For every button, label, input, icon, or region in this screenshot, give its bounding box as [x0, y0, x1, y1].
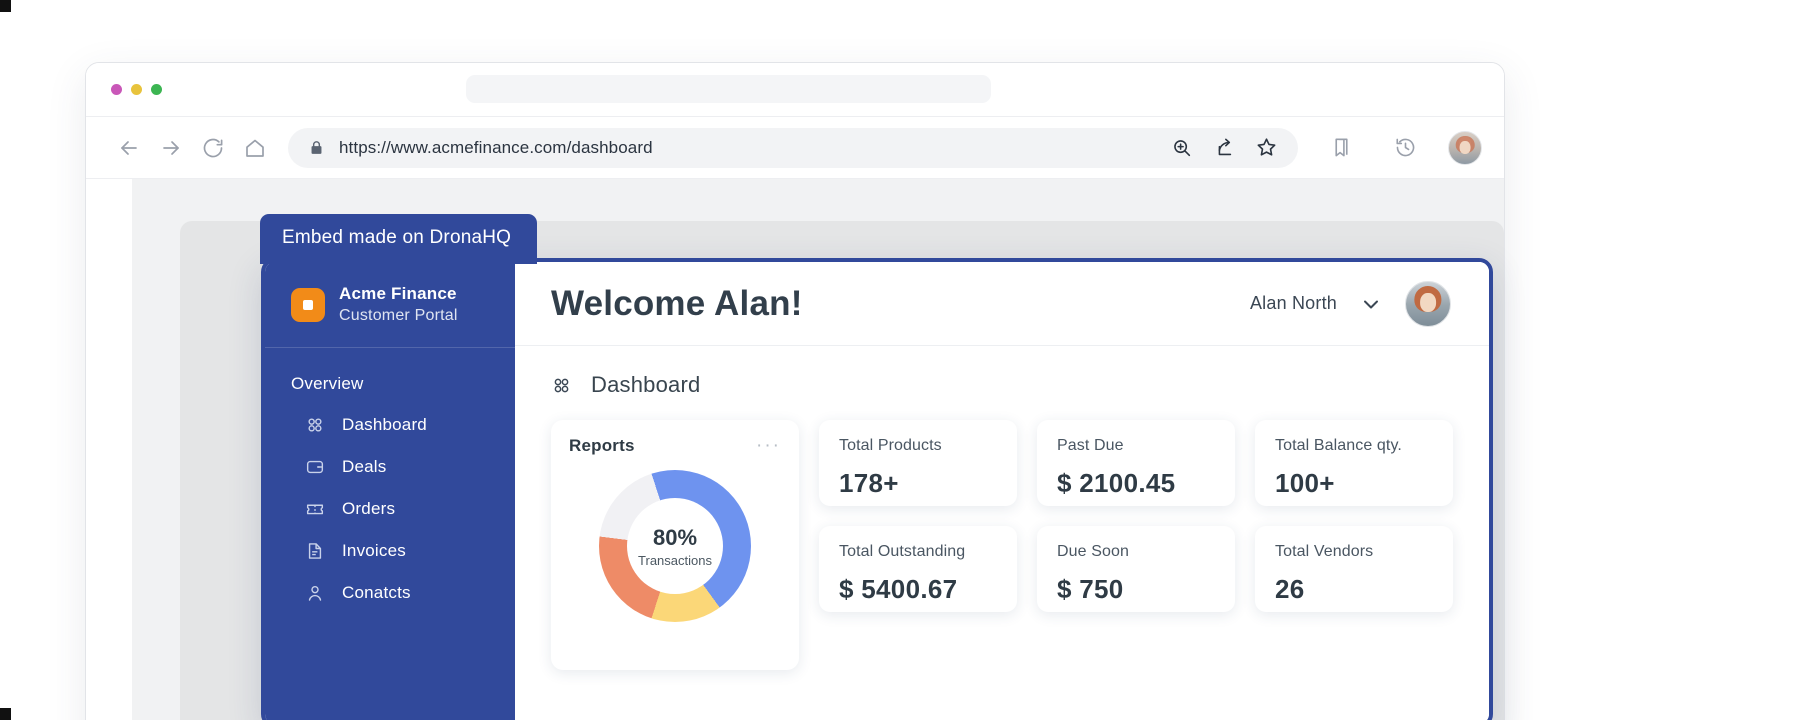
address-bar-actions: [1171, 136, 1284, 159]
minimize-window-button[interactable]: [131, 84, 142, 95]
maximize-window-button[interactable]: [151, 84, 162, 95]
brand-block[interactable]: Acme Finance Customer Portal: [265, 262, 515, 348]
lock-icon: [308, 139, 325, 156]
more-horizontal-icon[interactable]: ···: [756, 436, 781, 455]
zoom-in-icon[interactable]: [1171, 137, 1193, 159]
star-icon[interactable]: [1255, 136, 1278, 159]
edge-artifact-bottom: [0, 708, 11, 720]
browser-toolbar: https://www.acmefinance.com/dashboard: [86, 117, 1504, 179]
breadcrumb-label: Dashboard: [591, 372, 701, 397]
stat-value: 100+: [1275, 468, 1335, 498]
stat-card-due-soon[interactable]: Due Soon $ 750: [1037, 526, 1235, 612]
bookmarks-icon[interactable]: [1320, 127, 1362, 169]
donut-chart-wrap: 80% Transactions: [569, 470, 781, 622]
embed-ribbon: Embed made on DronaHQ: [260, 214, 538, 264]
grid-dots-icon: [551, 375, 572, 396]
forward-icon[interactable]: [150, 127, 192, 169]
embedded-app-panel: Acme Finance Customer Portal Overview Da…: [261, 258, 1493, 720]
stat-value: $ 2100.45: [1057, 468, 1176, 498]
sidebar-section-label: Overview: [291, 374, 364, 393]
stat-label: Due Soon: [1057, 543, 1129, 560]
brand-name: Acme Finance: [339, 284, 457, 303]
stat-card-total-balance-qty[interactable]: Total Balance qty. 100+: [1255, 420, 1453, 506]
stat-row-1: Total Products 178+ Past Due $ 2100.45 T…: [819, 420, 1453, 506]
share-icon[interactable]: [1213, 137, 1235, 159]
breadcrumb: Dashboard: [551, 372, 1453, 398]
screenshot-stage: https://www.acmefinance.com/dashboard Em…: [0, 0, 1800, 720]
sidebar-item-label: Invoices: [342, 541, 406, 560]
address-bar[interactable]: https://www.acmefinance.com/dashboard: [288, 127, 1298, 168]
stat-value: 26: [1275, 574, 1305, 604]
stat-label: Past Due: [1057, 437, 1124, 454]
stat-card-total-vendors[interactable]: Total Vendors 26: [1255, 526, 1453, 612]
page-title: Welcome Alan!: [551, 283, 803, 323]
app-main: Welcome Alan! Alan North Dashboard Repor…: [515, 262, 1489, 720]
donut-center-value: 80%: [652, 524, 698, 550]
stat-label: Total Products: [839, 437, 942, 454]
app-header: Welcome Alan! Alan North: [515, 262, 1489, 346]
reports-card: Reports ··· 80% Transactions: [551, 420, 799, 670]
back-icon[interactable]: [108, 127, 150, 169]
sidebar-item-label: Dashboard: [342, 415, 427, 434]
stat-value: 178+: [839, 468, 899, 498]
page-gutter: [86, 179, 132, 720]
sidebar-nav: Overview Dashboard Deals Orders Invoices…: [265, 348, 515, 614]
sidebar-item-deals[interactable]: Deals: [265, 446, 515, 488]
window-controls[interactable]: [111, 84, 162, 95]
dashboard-grid: Reports ··· 80% Transactions Total Produ…: [551, 420, 1453, 670]
stat-value: $ 750: [1057, 574, 1124, 604]
sidebar-item-label: Orders: [342, 499, 396, 518]
donut-center-label: Transactions: [638, 552, 712, 568]
wallet-icon: [305, 457, 325, 477]
reports-card-header: Reports ···: [569, 436, 781, 456]
document-lines-icon: [305, 541, 325, 561]
sidebar-item-orders[interactable]: Orders: [265, 488, 515, 530]
sidebar-item-label: Deals: [342, 457, 387, 476]
sidebar-item-label: Conatcts: [342, 583, 411, 602]
chevron-down-icon[interactable]: [1359, 292, 1383, 316]
stat-label: Total Vendors: [1275, 543, 1374, 560]
browser-profile-avatar[interactable]: [1448, 130, 1482, 165]
donut-center: 80% Transactions: [627, 498, 723, 594]
edge-artifact-top: [0, 0, 11, 12]
avatar[interactable]: [1405, 280, 1451, 327]
sidebar-item-contacts[interactable]: Conatcts: [265, 572, 515, 614]
app-sidebar: Acme Finance Customer Portal Overview Da…: [265, 262, 515, 720]
header-user-menu[interactable]: Alan North: [1249, 280, 1451, 327]
stat-card-total-outstanding[interactable]: Total Outstanding $ 5400.67: [819, 526, 1017, 612]
reports-title: Reports: [569, 436, 635, 455]
stat-row-2: Total Outstanding $ 5400.67 Due Soon $ 7…: [819, 526, 1453, 612]
app-content: Dashboard Reports ··· 80% Transactions T…: [515, 346, 1489, 720]
ticket-icon: [305, 499, 325, 519]
home-icon[interactable]: [234, 127, 276, 169]
stat-card-past-due[interactable]: Past Due $ 2100.45: [1037, 420, 1235, 506]
user-name: Alan North: [1249, 293, 1337, 313]
stat-value: $ 5400.67: [839, 574, 958, 604]
close-window-button[interactable]: [111, 84, 122, 95]
history-icon[interactable]: [1384, 127, 1426, 169]
user-icon: [305, 583, 325, 603]
url-text[interactable]: https://www.acmefinance.com/dashboard: [339, 138, 1157, 158]
stat-label: Total Outstanding: [839, 543, 966, 560]
sidebar-item-dashboard[interactable]: Dashboard: [265, 404, 515, 446]
browser-tab[interactable]: [466, 75, 991, 103]
grid-dots-icon: [305, 415, 325, 435]
reload-icon[interactable]: [192, 127, 234, 169]
stat-cards-column: Total Products 178+ Past Due $ 2100.45 T…: [819, 420, 1453, 612]
browser-titlebar: [86, 63, 1504, 117]
toolbar-right-actions: [1320, 127, 1482, 169]
donut-chart: 80% Transactions: [599, 470, 751, 622]
stat-label: Total Balance qty.: [1275, 437, 1402, 454]
brand-subtitle: Customer Portal: [339, 307, 458, 324]
stat-card-total-products[interactable]: Total Products 178+: [819, 420, 1017, 506]
acme-logo-icon: [291, 287, 325, 322]
sidebar-item-invoices[interactable]: Invoices: [265, 530, 515, 572]
